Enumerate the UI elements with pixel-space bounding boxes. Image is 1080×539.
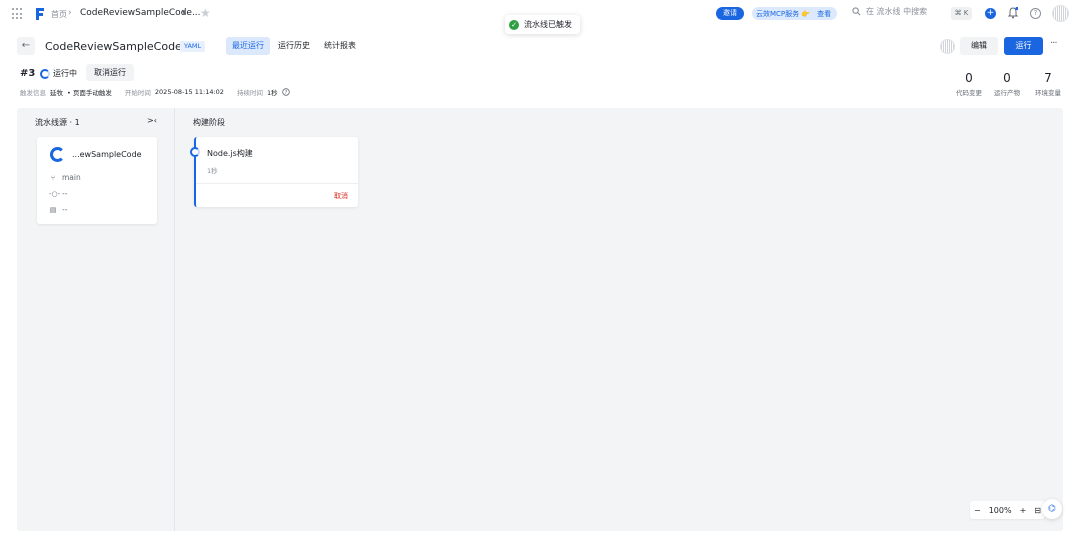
- document-icon: ▤: [49, 205, 57, 214]
- trigger-user: 延牧: [50, 89, 63, 97]
- toast-text: 流水线已触发: [524, 20, 572, 29]
- cancel-run-button[interactable]: 取消运行: [86, 64, 134, 81]
- commit-icon: -○-: [49, 189, 61, 198]
- create-plus-icon[interactable]: +: [985, 8, 996, 19]
- yaml-badge: YAML: [180, 41, 206, 52]
- source-card[interactable]: ...ewSampleCode ⑂ main -○- -- ▤ --: [37, 137, 157, 224]
- job-name: Node.js构建: [207, 149, 253, 158]
- owner-avatar[interactable]: [940, 39, 955, 54]
- search-input[interactable]: 在 流水线 中搜索: [852, 6, 927, 17]
- job-duration: 1秒: [207, 167, 218, 175]
- edit-button[interactable]: 编辑: [960, 37, 998, 55]
- branch-icon: ⑂: [50, 173, 56, 182]
- bell-icon[interactable]: [1008, 7, 1018, 19]
- zoom-out-button[interactable]: −: [974, 506, 981, 515]
- back-button[interactable]: ←: [17, 37, 35, 55]
- commit-row: -○- --: [49, 189, 67, 198]
- repo-name: ...ewSampleCode: [72, 150, 142, 159]
- invite-button[interactable]: 邀请: [716, 7, 744, 20]
- running-spinner-icon: [40, 68, 50, 79]
- mcp-view-link[interactable]: 查看: [817, 9, 831, 19]
- stat-artifacts[interactable]: 0 运行产物: [994, 71, 1020, 97]
- run-status: 运行中: [40, 68, 77, 79]
- stage-header: 构建阶段: [193, 118, 225, 127]
- zoom-level: 100%: [988, 505, 1012, 515]
- stat-label: 运行产物: [994, 89, 1020, 97]
- job-divider: [196, 183, 358, 184]
- run-meta: 触发信息 延牧 • 页面手动触发 开始时间 2025-08-15 11:14:0…: [20, 87, 290, 97]
- source-header: 流水线源 · 1: [35, 118, 80, 127]
- tab-statistics[interactable]: 统计报表: [318, 37, 362, 55]
- svg-text:?: ?: [284, 90, 287, 96]
- toast-notification: ✓ 流水线已触发: [505, 15, 580, 34]
- search-icon: [852, 7, 861, 16]
- branch-row: ⑂ main: [49, 173, 81, 182]
- star-icon[interactable]: ★: [200, 6, 211, 20]
- logo-icon[interactable]: [34, 7, 46, 21]
- chevron-down-icon[interactable]: ▾: [182, 8, 186, 17]
- message-value: --: [62, 205, 68, 214]
- breadcrumb-separator: ›: [68, 8, 72, 18]
- stat-value: 0: [965, 71, 973, 85]
- run-number: #3: [20, 68, 36, 79]
- run-status-text: 运行中: [53, 69, 77, 78]
- repo-logo-icon: [50, 147, 65, 162]
- pipeline-title: CodeReviewSampleCode-CI: [45, 40, 197, 53]
- check-circle-icon: ✓: [509, 19, 519, 30]
- tab-recent-runs[interactable]: 最近运行: [226, 37, 270, 55]
- pipeline-canvas[interactable]: 流水线源 · 1 >‹ ...ewSampleCode ⑂ main -○- -…: [17, 108, 1063, 531]
- chat-assistant-icon[interactable]: ⌬: [1042, 499, 1062, 519]
- source-column: 流水线源 · 1 >‹ ...ewSampleCode ⑂ main -○- -…: [17, 108, 175, 531]
- run-button[interactable]: 运行: [1004, 37, 1043, 55]
- branch-name: main: [62, 173, 81, 182]
- start-time: 2025-08-15 11:14:02: [154, 88, 224, 96]
- trigger-method: • 页面手动触发: [67, 89, 112, 97]
- info-icon[interactable]: ?: [281, 88, 290, 96]
- job-card[interactable]: Node.js构建 1秒 取消: [190, 137, 358, 207]
- mcp-banner[interactable]: 云效MCP服务 👉 查看: [752, 7, 837, 20]
- tab-bar: 最近运行 运行历史 统计报表: [226, 37, 362, 55]
- stat-label: 环境变量: [1035, 89, 1061, 97]
- job-running-icon: [190, 147, 200, 157]
- breadcrumb-home[interactable]: 首页: [51, 9, 67, 20]
- zoom-in-button[interactable]: +: [1020, 506, 1027, 515]
- tab-run-history[interactable]: 运行历史: [272, 37, 316, 55]
- stat-value: 0: [1003, 71, 1011, 85]
- apps-grid-icon[interactable]: [12, 8, 24, 20]
- commit-value: --: [62, 189, 68, 198]
- trigger-label: 触发信息: [20, 89, 46, 97]
- user-avatar[interactable]: [1052, 5, 1069, 22]
- start-time-label: 开始时间: [124, 89, 151, 97]
- stat-env-vars[interactable]: 7 环境变量: [1035, 71, 1061, 97]
- zoom-control: − 100% + ⊟: [970, 501, 1045, 519]
- mcp-label: 云效MCP服务 👉: [756, 9, 811, 18]
- help-icon[interactable]: ?: [1030, 8, 1041, 19]
- search-placeholder: 在 流水线 中搜索: [866, 7, 928, 16]
- stat-code-changes[interactable]: 0 代码变更: [956, 71, 982, 97]
- stat-value: 7: [1044, 71, 1052, 85]
- collapse-icon[interactable]: >‹: [147, 116, 157, 125]
- fit-view-icon[interactable]: ⊟: [1034, 506, 1041, 515]
- message-row: ▤ --: [49, 205, 68, 214]
- more-icon[interactable]: ···: [1050, 38, 1057, 49]
- duration-value: 1秒: [266, 89, 278, 97]
- duration-label: 持续时间: [236, 89, 263, 97]
- stat-label: 代码变更: [956, 89, 982, 97]
- search-shortcut: ⌘ K: [951, 7, 972, 20]
- job-cancel-button[interactable]: 取消: [334, 191, 348, 201]
